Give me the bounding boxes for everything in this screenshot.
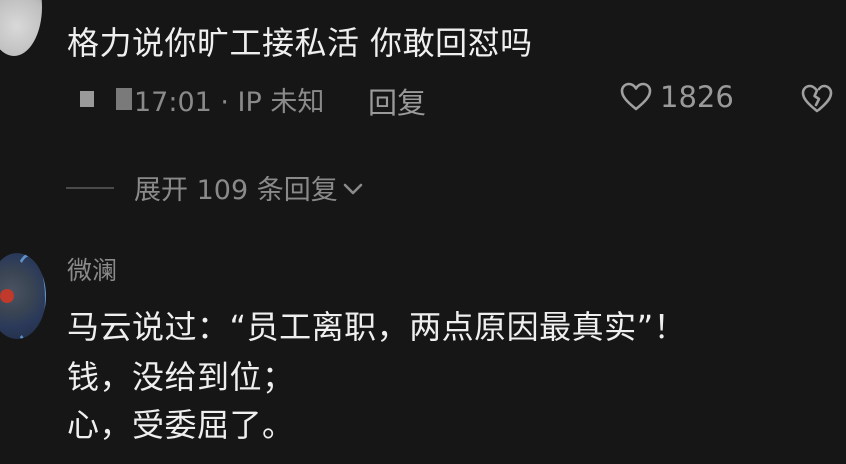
comment-text-line: 心，受委屈了。 [67,406,295,444]
reply-button[interactable]: 回复 [368,80,426,122]
heart-outline-icon [620,82,652,111]
redacted-block [80,91,94,107]
expand-replies[interactable]: 展开 109 条回复 [66,168,364,207]
redacted-block [116,88,132,110]
comment-timestamp: 17:01 · IP 未知 [134,86,325,118]
dislike-button[interactable] [800,84,834,118]
like-button[interactable]: 1826 [620,80,734,114]
avatar[interactable] [0,0,42,56]
comment-username[interactable]: 微澜 [67,251,117,287]
divider [66,186,114,189]
avatar-mark [0,289,14,303]
expand-replies-label: 展开 109 条回复 [134,175,338,206]
comment-text: 格力说你旷工接私活 你敢回怼吗 [67,24,533,62]
comment-meta: 17:01 · IP 未知 [80,82,325,118]
broken-heart-icon [801,84,833,113]
chevron-down-icon [343,183,363,194]
comment-text-line: 马云说过：“员工离职，两点原因最真实”！ [67,308,687,346]
avatar-ring [12,253,46,339]
like-count: 1826 [660,80,734,114]
avatar[interactable] [0,253,46,339]
comment-text-line: 钱，没给到位； [67,358,295,396]
